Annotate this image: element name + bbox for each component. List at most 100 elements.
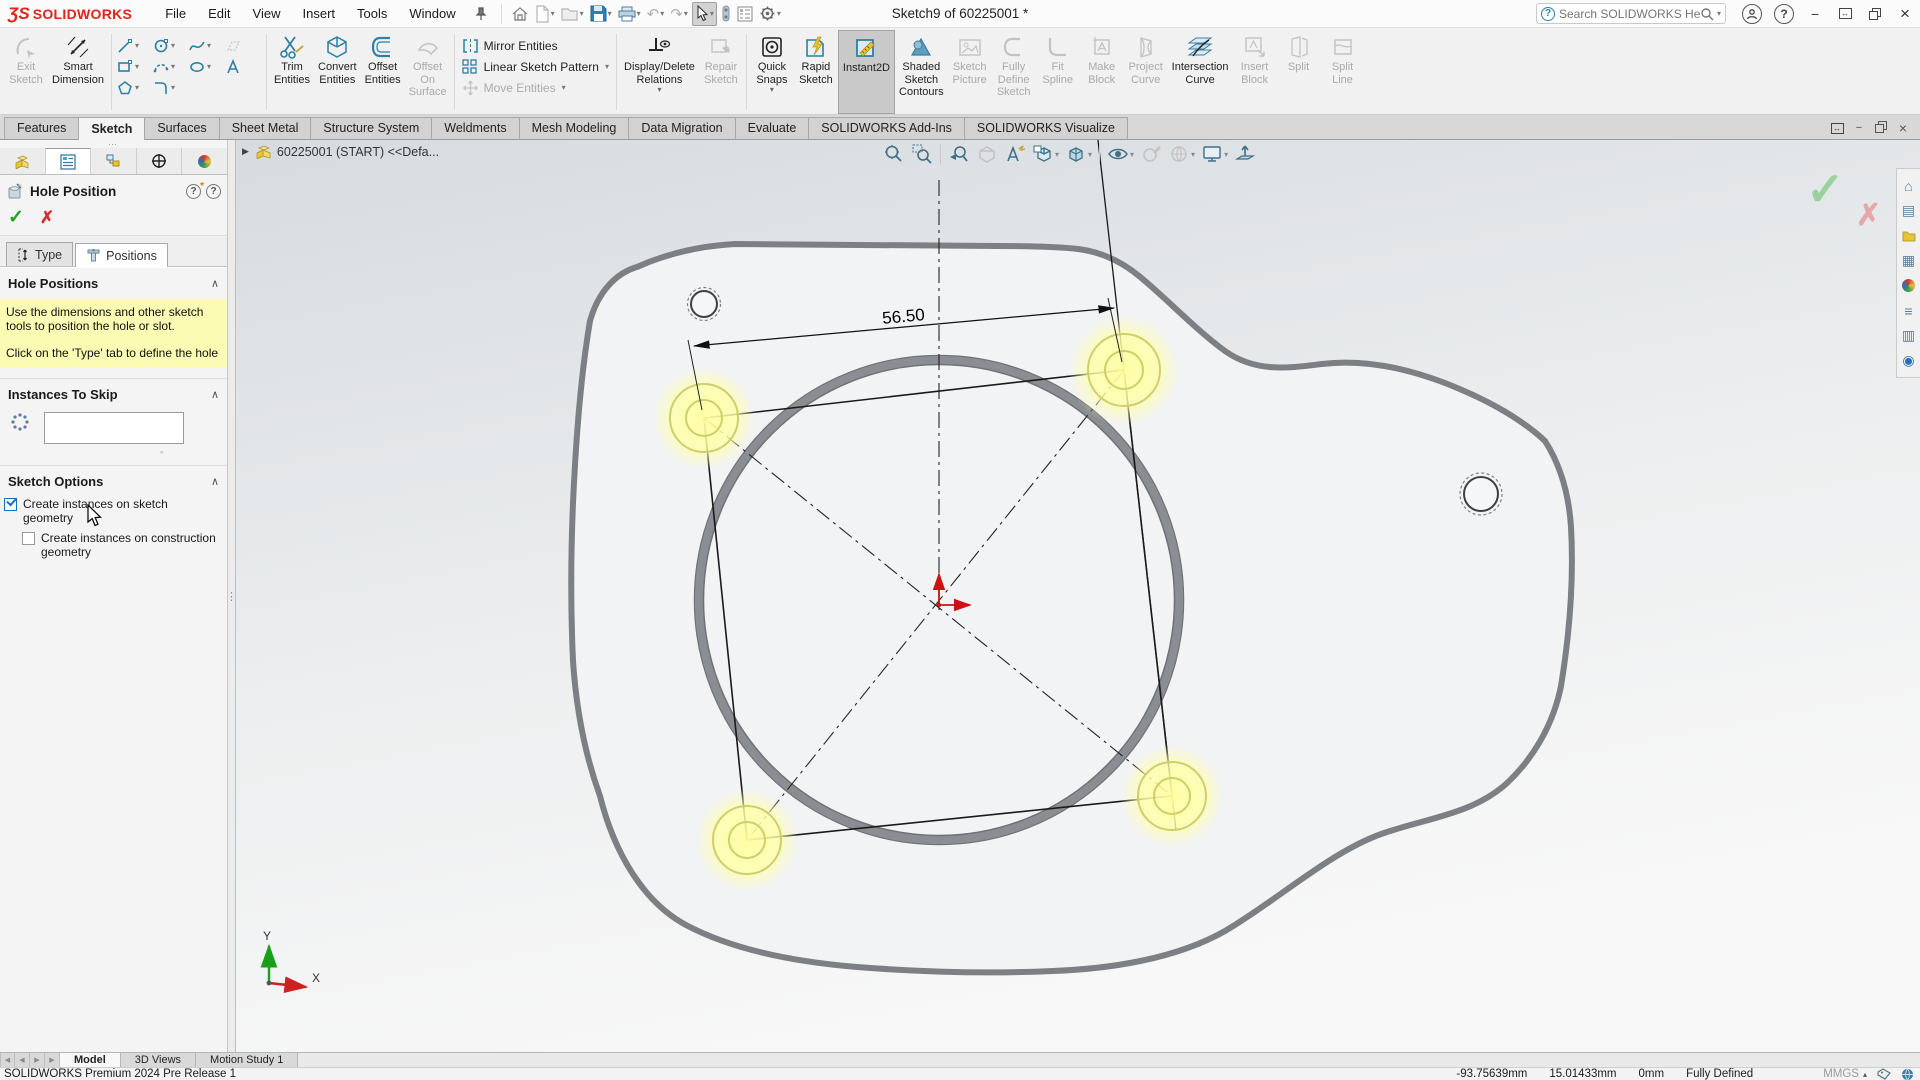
dropdown-icon[interactable]: ▾ (770, 86, 774, 94)
print-button[interactable]: ▾ (616, 2, 643, 26)
arc-tool[interactable]: ▾ (153, 59, 189, 75)
dropdown-icon[interactable]: ▾ (135, 41, 139, 50)
section-hole-positions[interactable]: Hole Positions ∧ (0, 267, 227, 293)
first-tab-button[interactable]: ◀ (0, 1053, 15, 1067)
dropdown-icon[interactable]: ▾ (1088, 150, 1092, 159)
property-manager-tab[interactable] (46, 148, 92, 174)
cancel-button[interactable]: ✗ (40, 208, 54, 228)
dropdown-icon[interactable]: ▾ (637, 9, 641, 18)
ellipse-tool[interactable]: ▾ (189, 59, 225, 75)
doc-close-icon[interactable]: × (1892, 120, 1914, 136)
document-breadcrumb[interactable]: ▶ 60225001 (START) <<Defa... (242, 144, 439, 159)
checkbox-checked-icon[interactable] (4, 498, 17, 511)
tab-mesh-modeling[interactable]: Mesh Modeling (519, 117, 630, 139)
instant2d-button[interactable]: Instant2D (838, 30, 895, 114)
menu-file[interactable]: File (154, 0, 197, 28)
document-name[interactable]: 60225001 (START) <<Defa... (277, 145, 439, 159)
graphics-viewport[interactable]: 56.50 Y X ▶ 60225001 (START) <<Defa... (236, 140, 1920, 1052)
panel-drag-handle[interactable]: ⋯ (0, 140, 227, 148)
search-input[interactable] (1559, 7, 1700, 21)
undo-button[interactable]: ↶ ▾ (645, 2, 667, 26)
help-icon[interactable]: ? (1774, 4, 1794, 24)
next-tab-button[interactable]: ▶ (30, 1053, 45, 1067)
tab-sheet-metal[interactable]: Sheet Metal (219, 117, 312, 139)
menu-window[interactable]: Window (398, 0, 466, 28)
type-tab[interactable]: Type (6, 242, 73, 266)
last-tab-button[interactable]: ▶ (45, 1053, 60, 1067)
redo-button[interactable]: ↷ ▾ (668, 2, 690, 26)
design-library-icon[interactable] (1897, 223, 1920, 248)
offset-entities-button[interactable]: Offset Entities (361, 30, 405, 114)
help-search-box[interactable]: ? ▾ (1536, 3, 1726, 24)
close-button[interactable]: × (1890, 1, 1920, 27)
circle-tool[interactable]: ▾ (153, 38, 189, 54)
resources-icon[interactable]: ▤ (1897, 198, 1920, 223)
tab-surfaces[interactable]: Surfaces (144, 117, 219, 139)
dropdown-icon[interactable]: ▾ (660, 9, 664, 18)
display-manager-tab[interactable] (182, 148, 227, 174)
rapid-sketch-button[interactable]: Rapid Sketch (794, 30, 838, 114)
tag-icon[interactable] (1877, 1068, 1891, 1080)
collapse-chevron-icon[interactable]: ∧ (211, 277, 219, 290)
configuration-manager-tab[interactable] (91, 148, 137, 174)
dropdown-icon[interactable]: ▾ (171, 62, 175, 71)
units-selector[interactable]: MMGS (1823, 1068, 1859, 1080)
section-instances-to-skip[interactable]: Instances To Skip ∧ (0, 378, 227, 404)
model-tab[interactable]: Model (60, 1053, 121, 1067)
convert-entities-button[interactable]: Convert Entities (314, 30, 361, 114)
tab-sketch[interactable]: Sketch (78, 117, 145, 140)
display-delete-relations-button[interactable]: Display/Delete Relations ▾ (620, 30, 699, 114)
restore-button[interactable] (1860, 1, 1890, 27)
previous-view-button[interactable] (945, 141, 973, 167)
status-globe-icon[interactable] (1901, 1068, 1914, 1080)
span-displays-button[interactable]: ↔ (1830, 1, 1860, 27)
quick-snaps-button[interactable]: Quick Snaps ▾ (750, 30, 794, 114)
dropdown-icon[interactable]: ▾ (1224, 150, 1228, 159)
smart-dimension-button[interactable]: Smart Dimension (48, 30, 108, 114)
dropdown-icon[interactable]: ▾ (605, 62, 609, 71)
dropdown-icon[interactable]: ▾ (207, 41, 211, 50)
view-settings-button[interactable]: ▾ (1198, 141, 1231, 167)
dropdown-icon[interactable]: ▾ (1717, 9, 1721, 18)
view-orientation-button[interactable]: ▾ (1029, 141, 1062, 167)
custom-properties-icon[interactable]: ≡ (1897, 298, 1920, 323)
instances-to-skip-input[interactable] (44, 412, 184, 444)
tab-evaluate[interactable]: Evaluate (735, 117, 810, 139)
dynamic-annotation-button[interactable] (1001, 141, 1029, 167)
doc-restore-icon[interactable] (1870, 121, 1892, 136)
dropdown-icon[interactable]: ▾ (684, 9, 688, 18)
dropdown-icon[interactable]: ▾ (135, 62, 139, 71)
3dexperience-icon[interactable]: ◉ (1897, 348, 1920, 373)
menu-edit[interactable]: Edit (197, 0, 241, 28)
shaded-sketch-contours-button[interactable]: Shaded Sketch Contours (895, 30, 948, 114)
rectangle-tool[interactable]: ▾ (117, 59, 153, 75)
home-tab-icon[interactable]: ⌂ (1897, 173, 1920, 198)
home-button[interactable] (509, 2, 531, 26)
dropdown-icon[interactable]: ▾ (608, 9, 612, 18)
dimxpert-manager-tab[interactable] (137, 148, 183, 174)
tab-solidworks-visualize[interactable]: SOLIDWORKS Visualize (964, 117, 1128, 139)
menu-insert[interactable]: Insert (292, 0, 347, 28)
dropdown-icon[interactable]: ▾ (710, 9, 714, 18)
polygon-tool[interactable]: ▾ (117, 80, 153, 96)
dropdown-icon[interactable]: ▾ (207, 62, 211, 71)
confirmation-cancel-icon[interactable]: ✗ (1856, 198, 1881, 233)
hide-show-items-button[interactable]: ▾ (1104, 141, 1137, 167)
user-account-icon[interactable] (1742, 4, 1762, 24)
linear-sketch-pattern-button[interactable]: Linear Sketch Pattern ▾ (462, 56, 609, 77)
appearances-icon[interactable] (1897, 273, 1920, 298)
mirror-entities-button[interactable]: Mirror Entities (462, 35, 609, 56)
resize-handle-icon[interactable]: ◦ (96, 447, 227, 457)
collapse-chevron-icon[interactable]: ∧ (211, 388, 219, 401)
spline-tool[interactable]: ▾ (189, 38, 225, 54)
dropdown-icon[interactable]: ▾ (171, 41, 175, 50)
motion-study-tab[interactable]: Motion Study 1 (196, 1053, 298, 1067)
minimize-button[interactable]: − (1800, 1, 1830, 27)
dropdown-icon[interactable]: ▾ (1130, 150, 1134, 159)
fillet-tool[interactable]: ▾ (153, 80, 189, 96)
panel-help-icon[interactable]: ? (206, 184, 221, 199)
forum-icon[interactable]: ▥ (1897, 323, 1920, 348)
checkbox-construction-geometry[interactable]: Create instances on construction geometr… (0, 525, 227, 559)
file-explorer-icon[interactable]: ▦ (1897, 248, 1920, 273)
display-style-button[interactable]: ▾ (1062, 141, 1095, 167)
